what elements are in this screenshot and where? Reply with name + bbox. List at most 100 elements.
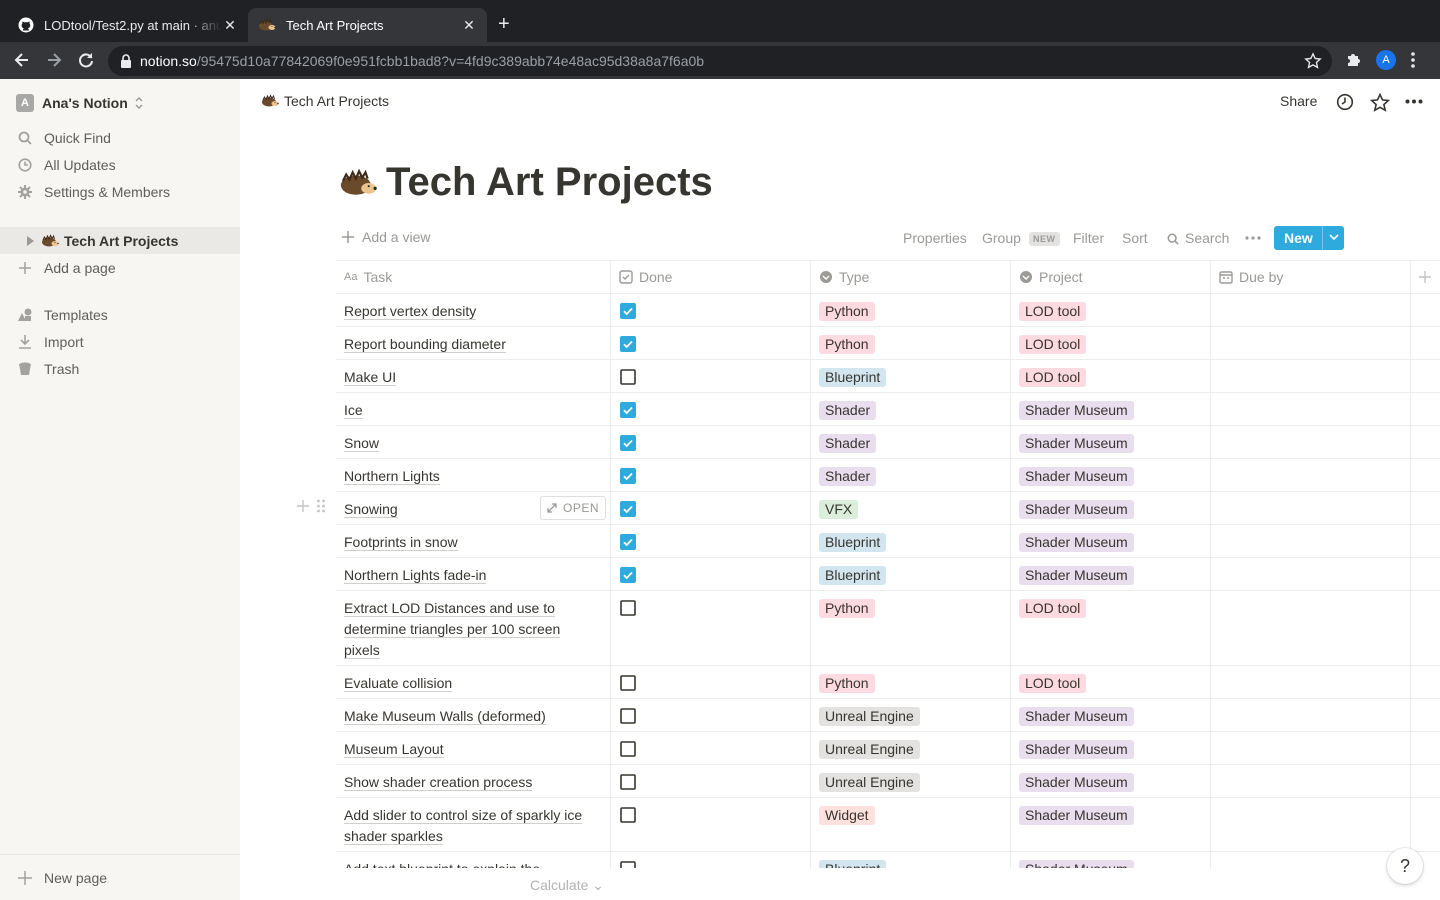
new-record-button[interactable]: New — [1274, 226, 1344, 250]
task-cell[interactable]: Snowing OPEN — [336, 492, 611, 524]
type-cell[interactable]: Shader — [811, 459, 1011, 491]
due-by-cell[interactable] — [1211, 591, 1411, 665]
task-cell[interactable]: Extract LOD Distances and use to determi… — [336, 591, 611, 665]
breadcrumb[interactable]: Tech Art Projects — [260, 93, 389, 109]
type-cell[interactable]: Shader — [811, 426, 1011, 458]
table-row[interactable]: Report bounding diameter Python LOD tool — [336, 327, 1440, 360]
project-cell[interactable]: Shader Museum — [1011, 798, 1211, 851]
column-header-type[interactable]: Type — [811, 261, 1011, 293]
due-by-cell[interactable] — [1211, 765, 1411, 797]
due-by-cell[interactable] — [1211, 852, 1411, 868]
table-row[interactable]: Museum Layout Unreal Engine Shader Museum — [336, 732, 1440, 765]
checkbox-unchecked[interactable] — [620, 675, 636, 691]
sidebar-item-quick-find[interactable]: Quick Find — [0, 124, 240, 151]
table-row[interactable]: Footprints in snow Blueprint Shader Museum — [336, 525, 1440, 558]
due-by-cell[interactable] — [1211, 459, 1411, 491]
table-row[interactable]: Make Museum Walls (deformed) Unreal Engin… — [336, 699, 1440, 732]
type-cell[interactable]: Blueprint — [811, 525, 1011, 557]
checkbox-unchecked[interactable] — [620, 807, 636, 823]
due-by-cell[interactable] — [1211, 294, 1411, 326]
row-handle[interactable] — [296, 498, 326, 514]
profile-avatar[interactable]: A — [1376, 50, 1396, 70]
open-row-button[interactable]: OPEN — [540, 496, 607, 520]
task-cell[interactable]: Northern Lights — [336, 459, 611, 491]
share-button[interactable]: Share — [1280, 93, 1317, 109]
done-cell[interactable] — [611, 699, 811, 731]
task-cell[interactable]: Make Museum Walls (deformed) — [336, 699, 611, 731]
table-row[interactable]: Make UI Blueprint LOD tool — [336, 360, 1440, 393]
table-row[interactable]: Northern Lights Shader Shader Museum — [336, 459, 1440, 492]
task-title[interactable]: Add text blueprint to explain the — [344, 859, 594, 868]
task-cell[interactable]: Add slider to control size of sparkly ic… — [336, 798, 611, 851]
checkbox-checked[interactable] — [620, 402, 636, 418]
search-icon[interactable] — [1167, 233, 1179, 245]
table-row[interactable]: Northern Lights fade-in Blueprint Shader M… — [336, 558, 1440, 591]
done-cell[interactable] — [611, 492, 811, 524]
done-cell[interactable] — [611, 294, 811, 326]
task-cell[interactable]: Make UI — [336, 360, 611, 392]
checkbox-unchecked[interactable] — [620, 741, 636, 757]
address-bar[interactable]: notion.so/95475d10a77842069f0e951fcbb1ba… — [108, 46, 1332, 76]
checkbox-checked[interactable] — [620, 336, 636, 352]
task-cell[interactable]: Snow — [336, 426, 611, 458]
type-cell[interactable]: Blueprint — [811, 558, 1011, 590]
caret-right-icon[interactable] — [26, 235, 34, 246]
done-cell[interactable] — [611, 666, 811, 698]
history-clock-icon[interactable] — [1336, 93, 1354, 111]
project-cell[interactable]: Shader Museum — [1011, 699, 1211, 731]
group-button[interactable]: Group — [982, 230, 1021, 246]
task-title[interactable]: Show shader creation process — [344, 772, 594, 793]
task-title[interactable]: Add slider to control size of sparkly ic… — [344, 805, 594, 847]
task-cell[interactable]: Add text blueprint to explain the — [336, 852, 611, 868]
column-header-due-by[interactable]: Due by — [1211, 261, 1411, 293]
checkbox-checked[interactable] — [620, 534, 636, 550]
task-cell[interactable]: Report bounding diameter — [336, 327, 611, 359]
task-cell[interactable]: Ice — [336, 393, 611, 425]
browser-tab-notion[interactable]: Tech Art Projects ✕ — [248, 8, 487, 42]
type-cell[interactable]: Blueprint — [811, 360, 1011, 392]
done-cell[interactable] — [611, 327, 811, 359]
sidebar-item-tech-art-projects[interactable]: Tech Art Projects — [0, 227, 240, 254]
calculate-button[interactable]: Calculate ⌄ — [530, 877, 604, 894]
due-by-cell[interactable] — [1211, 732, 1411, 764]
checkbox-unchecked[interactable] — [620, 708, 636, 724]
sidebar-item-settings[interactable]: Settings & Members — [0, 178, 240, 205]
filter-button[interactable]: Filter — [1073, 230, 1104, 246]
done-cell[interactable] — [611, 426, 811, 458]
workspace-switcher[interactable]: A Ana's Notion — [0, 88, 240, 118]
checkbox-checked[interactable] — [620, 567, 636, 583]
due-by-cell[interactable] — [1211, 426, 1411, 458]
plus-icon[interactable] — [296, 499, 310, 513]
task-cell[interactable]: Report vertex density — [336, 294, 611, 326]
column-header-project[interactable]: Project — [1011, 261, 1211, 293]
project-cell[interactable]: LOD tool — [1011, 360, 1211, 392]
table-row[interactable]: Evaluate collision Python LOD tool — [336, 666, 1440, 699]
column-header-done[interactable]: Done — [611, 261, 811, 293]
table-row[interactable]: Snowing OPEN VFX Shader Museum — [336, 492, 1440, 525]
project-cell[interactable]: Shader Museum — [1011, 765, 1211, 797]
extensions-puzzle-icon[interactable] — [1345, 51, 1363, 69]
due-by-cell[interactable] — [1211, 492, 1411, 524]
table-row[interactable]: Snow Shader Shader Museum — [336, 426, 1440, 459]
more-dots-icon[interactable] — [1405, 99, 1423, 104]
project-cell[interactable]: Shader Museum — [1011, 558, 1211, 590]
new-tab-button[interactable]: + — [498, 14, 510, 34]
sidebar-add-page[interactable]: Add a page — [0, 254, 240, 281]
task-title[interactable]: Make UI — [344, 367, 594, 388]
table-row[interactable]: Add text blueprint to explain the Bluepri… — [336, 852, 1440, 868]
project-cell[interactable]: Shader Museum — [1011, 525, 1211, 557]
task-cell[interactable]: Northern Lights fade-in — [336, 558, 611, 590]
project-cell[interactable]: Shader Museum — [1011, 459, 1211, 491]
due-by-cell[interactable] — [1211, 360, 1411, 392]
column-header-task[interactable]: Aa Task — [336, 261, 611, 293]
checkbox-checked[interactable] — [620, 501, 636, 517]
sidebar-item-templates[interactable]: Templates — [0, 301, 240, 328]
new-page-button[interactable]: New page — [0, 854, 240, 900]
sidebar-item-import[interactable]: Import — [0, 328, 240, 355]
close-tab-icon[interactable]: ✕ — [461, 17, 477, 34]
project-cell[interactable]: LOD tool — [1011, 666, 1211, 698]
done-cell[interactable] — [611, 732, 811, 764]
task-title[interactable]: Make Museum Walls (deformed) — [344, 706, 594, 727]
done-cell[interactable] — [611, 393, 811, 425]
due-by-cell[interactable] — [1211, 525, 1411, 557]
